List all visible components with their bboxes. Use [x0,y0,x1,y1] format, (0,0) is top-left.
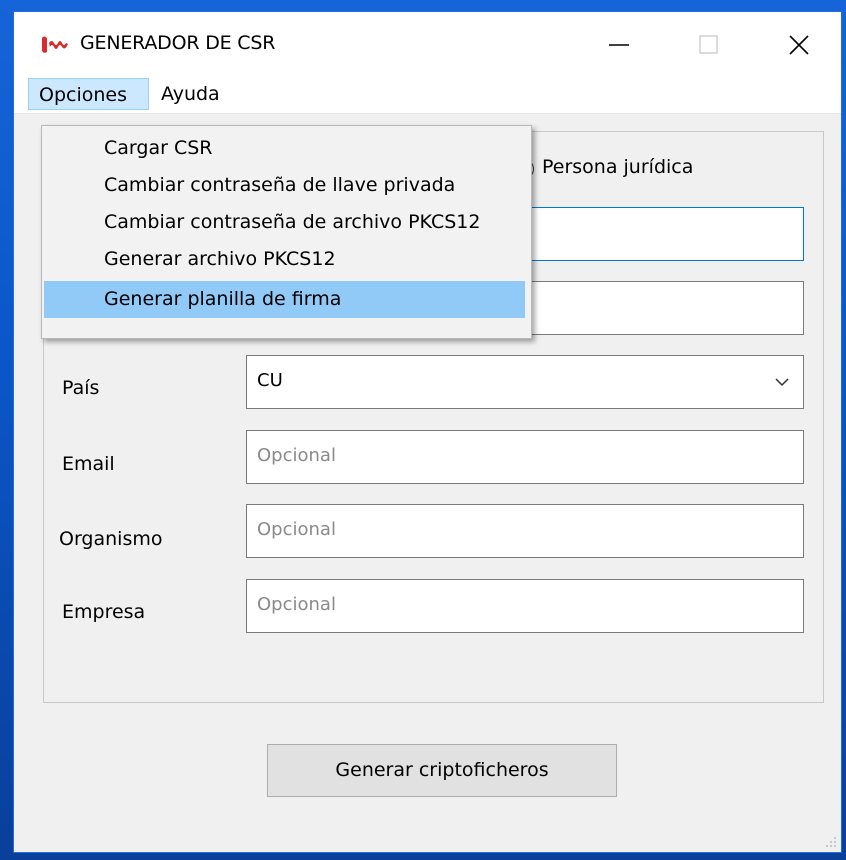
empresa-placeholder: Opcional [257,594,336,615]
menu-item-cambiar-contrasena-pkcs12[interactable]: Cambiar contraseña de archivo PKCS12 [44,204,525,241]
close-button[interactable] [754,12,844,76]
app-logo-icon [40,34,70,56]
minimize-button[interactable] [574,12,664,76]
pais-value: CU [257,370,283,391]
email-label: Email [62,453,115,475]
opciones-dropdown-menu: Cargar CSR Cambiar contraseña de llave p… [41,125,532,339]
pais-select[interactable]: CU [246,355,804,409]
window-title: GENERADOR DE CSR [80,32,276,54]
menu-item-generar-pkcs12[interactable]: Generar archivo PKCS12 [44,241,525,278]
resize-grip-icon[interactable] [823,834,837,848]
maximize-button[interactable] [664,12,754,76]
menu-bar: Opciones Ayuda [14,76,841,114]
generate-button[interactable]: Generar criptoficheros [267,744,617,797]
radio-persona-juridica-label: Persona jurídica [542,156,694,178]
empresa-field[interactable]: Opcional [246,579,804,633]
menu-item-cambiar-contrasena-llave[interactable]: Cambiar contraseña de llave privada [44,167,525,204]
menu-ayuda[interactable]: Ayuda [151,78,230,110]
close-icon [789,35,809,55]
organismo-placeholder: Opcional [257,519,336,540]
menu-item-cargar-csr[interactable]: Cargar CSR [44,130,525,167]
empresa-label: Empresa [62,601,146,623]
chevron-down-icon [775,378,789,387]
organismo-field[interactable]: Opcional [246,504,804,558]
app-window: GENERADOR DE CSR Opciones Ayuda Persona … [13,11,842,853]
pais-label: País [62,377,100,399]
maximize-icon [699,35,718,54]
organismo-label: Organismo [59,528,163,550]
email-field[interactable]: Opcional [246,430,804,484]
email-placeholder: Opcional [257,445,336,466]
title-bar[interactable]: GENERADOR DE CSR [14,12,841,76]
minimize-icon [609,44,629,46]
menu-item-generar-planilla[interactable]: Generar planilla de firma [44,281,525,318]
menu-opciones[interactable]: Opciones [28,78,149,110]
